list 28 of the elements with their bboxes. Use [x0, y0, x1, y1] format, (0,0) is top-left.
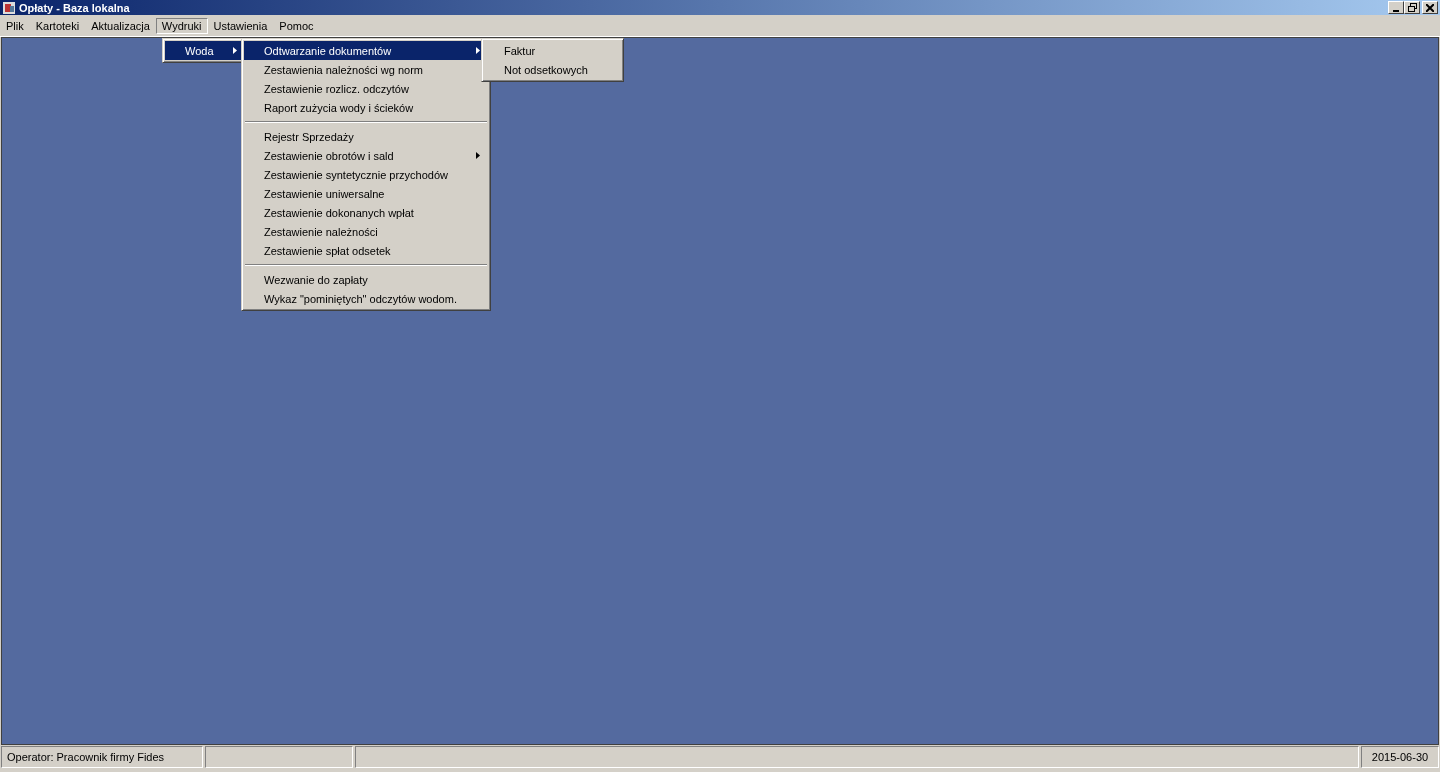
menu-item[interactable]: Zestawienie obrotów i sald: [244, 146, 488, 165]
menu-item[interactable]: Rejestr Sprzedaży: [244, 127, 488, 146]
close-button[interactable]: [1422, 1, 1438, 14]
minimize-button[interactable]: [1388, 1, 1404, 14]
menu-bar-item[interactable]: Ustawienia: [207, 17, 274, 34]
menu-item[interactable]: Zestawienie syntetycznie przychodów: [244, 165, 488, 184]
window-title: Opłaty - Baza lokalna: [19, 1, 130, 14]
restore-button[interactable]: [1404, 1, 1420, 14]
close-icon: [1426, 3, 1434, 12]
menu-item[interactable]: Wezwanie do zapłaty: [244, 270, 488, 289]
app-icon: [2, 0, 16, 15]
menu-bar-item[interactable]: Aktualizacja: [85, 17, 156, 34]
menu-bar-item[interactable]: Wydruki: [155, 17, 208, 34]
menu-item[interactable]: Zestawienie uniwersalne: [244, 184, 488, 203]
menu-bar-item[interactable]: Plik: [0, 17, 30, 34]
menu-item[interactable]: Zestawienie dokonanych wpłat: [244, 203, 488, 222]
operator-status: Operator: Pracownik firmy Fides: [1, 746, 203, 768]
menu-item[interactable]: Zestawienie spłat odsetek: [244, 241, 488, 260]
menu-item[interactable]: Not odsetkowych: [484, 60, 621, 79]
minimize-icon: [1393, 9, 1399, 12]
menu-bar-item[interactable]: Kartoteki: [29, 17, 86, 34]
menu-item[interactable]: Raport zużycia wody i ścieków: [244, 98, 488, 117]
menu-item[interactable]: Zestawienie rozlicz. odczytów: [244, 79, 488, 98]
date-status: 2015-06-30: [1361, 746, 1439, 768]
restore-icon: [1407, 3, 1417, 12]
menu-item[interactable]: Wykaz "pominiętych" odczytów wodom.: [244, 289, 488, 308]
menu-bar-item[interactable]: Pomoc: [273, 17, 320, 34]
menu-item[interactable]: Zestawienie należności: [244, 222, 488, 241]
